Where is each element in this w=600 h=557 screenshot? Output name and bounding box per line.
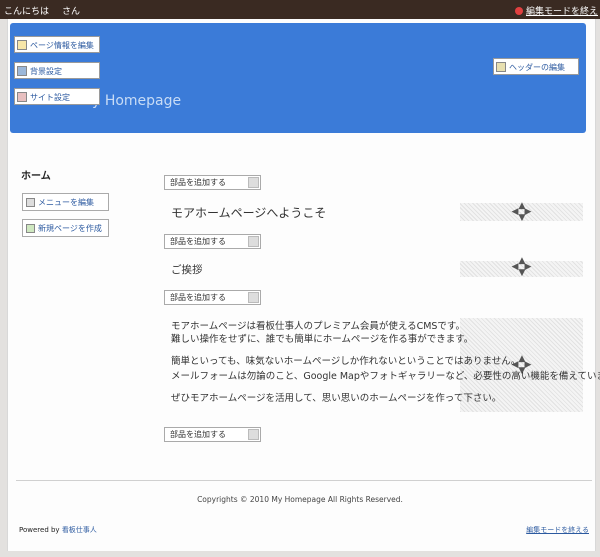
edit-page-info-label: ページ情報を編集 [30, 41, 94, 50]
site-settings-button[interactable]: サイト設定 [14, 88, 100, 105]
background-settings-button[interactable]: 背景設定 [14, 62, 100, 79]
edit-header-button[interactable]: ヘッダーの編集 [493, 58, 579, 75]
edit-menu-button[interactable]: メニューを編集 [22, 193, 109, 211]
edit-menu-label: メニューを編集 [38, 198, 94, 207]
site-settings-label: サイト設定 [30, 93, 70, 102]
add-part-select[interactable]: 部品を追加する [164, 290, 261, 305]
body-text: 簡単といっても、味気ないホームページしか作れないということではありません。 [171, 356, 521, 367]
edit-mode-exit-label: 編集モードを終え [525, 7, 598, 17]
background-icon [17, 66, 27, 76]
welcome-heading: モアホームページへようこそ [171, 206, 327, 220]
exit-icon [514, 7, 523, 15]
chevron-down-icon [248, 292, 259, 303]
new-page-button[interactable]: 新規ページを作成 [22, 219, 109, 237]
powered-by: Powered by 看板仕事人 [19, 525, 97, 535]
move-handle[interactable]: ▲ ▼ ◀ ▶ [460, 201, 583, 223]
powered-by-link[interactable]: 看板仕事人 [62, 526, 97, 534]
add-part-label: 部品を追加する [170, 237, 226, 246]
chevron-down-icon [248, 177, 259, 188]
chevron-down-icon [248, 236, 259, 247]
new-page-icon [26, 224, 35, 233]
greeting-text: こんにちは [4, 7, 50, 17]
edit-mode-exit-link[interactable]: 編集モードを終え [514, 4, 598, 17]
user-name-suffix: さん [62, 7, 81, 17]
add-part-select[interactable]: 部品を追加する [164, 234, 261, 249]
add-part-select[interactable]: 部品を追加する [164, 427, 261, 442]
move-arrows-icon: ▲ ▼ ◀ ▶ [511, 256, 532, 278]
edit-page-info-button[interactable]: ページ情報を編集 [14, 36, 100, 53]
add-part-select[interactable]: 部品を追加する [164, 175, 261, 190]
background-settings-label: 背景設定 [30, 67, 62, 76]
page-edit-icon [17, 40, 27, 50]
header-image-icon [496, 62, 506, 72]
greeting-heading: ご挨拶 [171, 264, 203, 276]
body-text: 難しい操作をせずに、誰でも簡単にホームページを作る事ができます。 [171, 334, 474, 345]
settings-icon [17, 92, 27, 102]
powered-by-label: Powered by [19, 526, 60, 534]
add-part-label: 部品を追加する [170, 430, 226, 439]
add-part-label: 部品を追加する [170, 293, 226, 302]
body-text: ぜひモアホームページを活用して、思い思いのホームページを作って下さい。 [171, 393, 502, 404]
body-text: メールフォームは勿論のこと、Google Mapやフォトギャラリーなど、必要性の… [171, 371, 600, 382]
menu-icon [26, 198, 35, 207]
chevron-down-icon [248, 429, 259, 440]
copyright-text: Copyrights © 2010 My Homepage All Rights… [197, 495, 403, 504]
move-handle[interactable]: ▲ ▼ ◀ ▶ [460, 256, 583, 278]
top-bar: こんにちは さん 編集モードを終え [0, 0, 600, 19]
footer-divider [16, 480, 592, 481]
body-text: モアホームページは看板仕事人のプレミアム会員が使えるCMSです。 [171, 321, 465, 332]
new-page-label: 新規ページを作成 [38, 224, 102, 233]
sidebar-title: ホーム [21, 171, 51, 182]
edit-header-label: ヘッダーの編集 [509, 63, 565, 72]
add-part-label: 部品を追加する [170, 178, 226, 187]
move-arrows-icon: ▲ ▼ ◀ ▶ [511, 201, 532, 223]
footer-edit-mode-exit-link[interactable]: 編集モードを終える [526, 525, 589, 535]
